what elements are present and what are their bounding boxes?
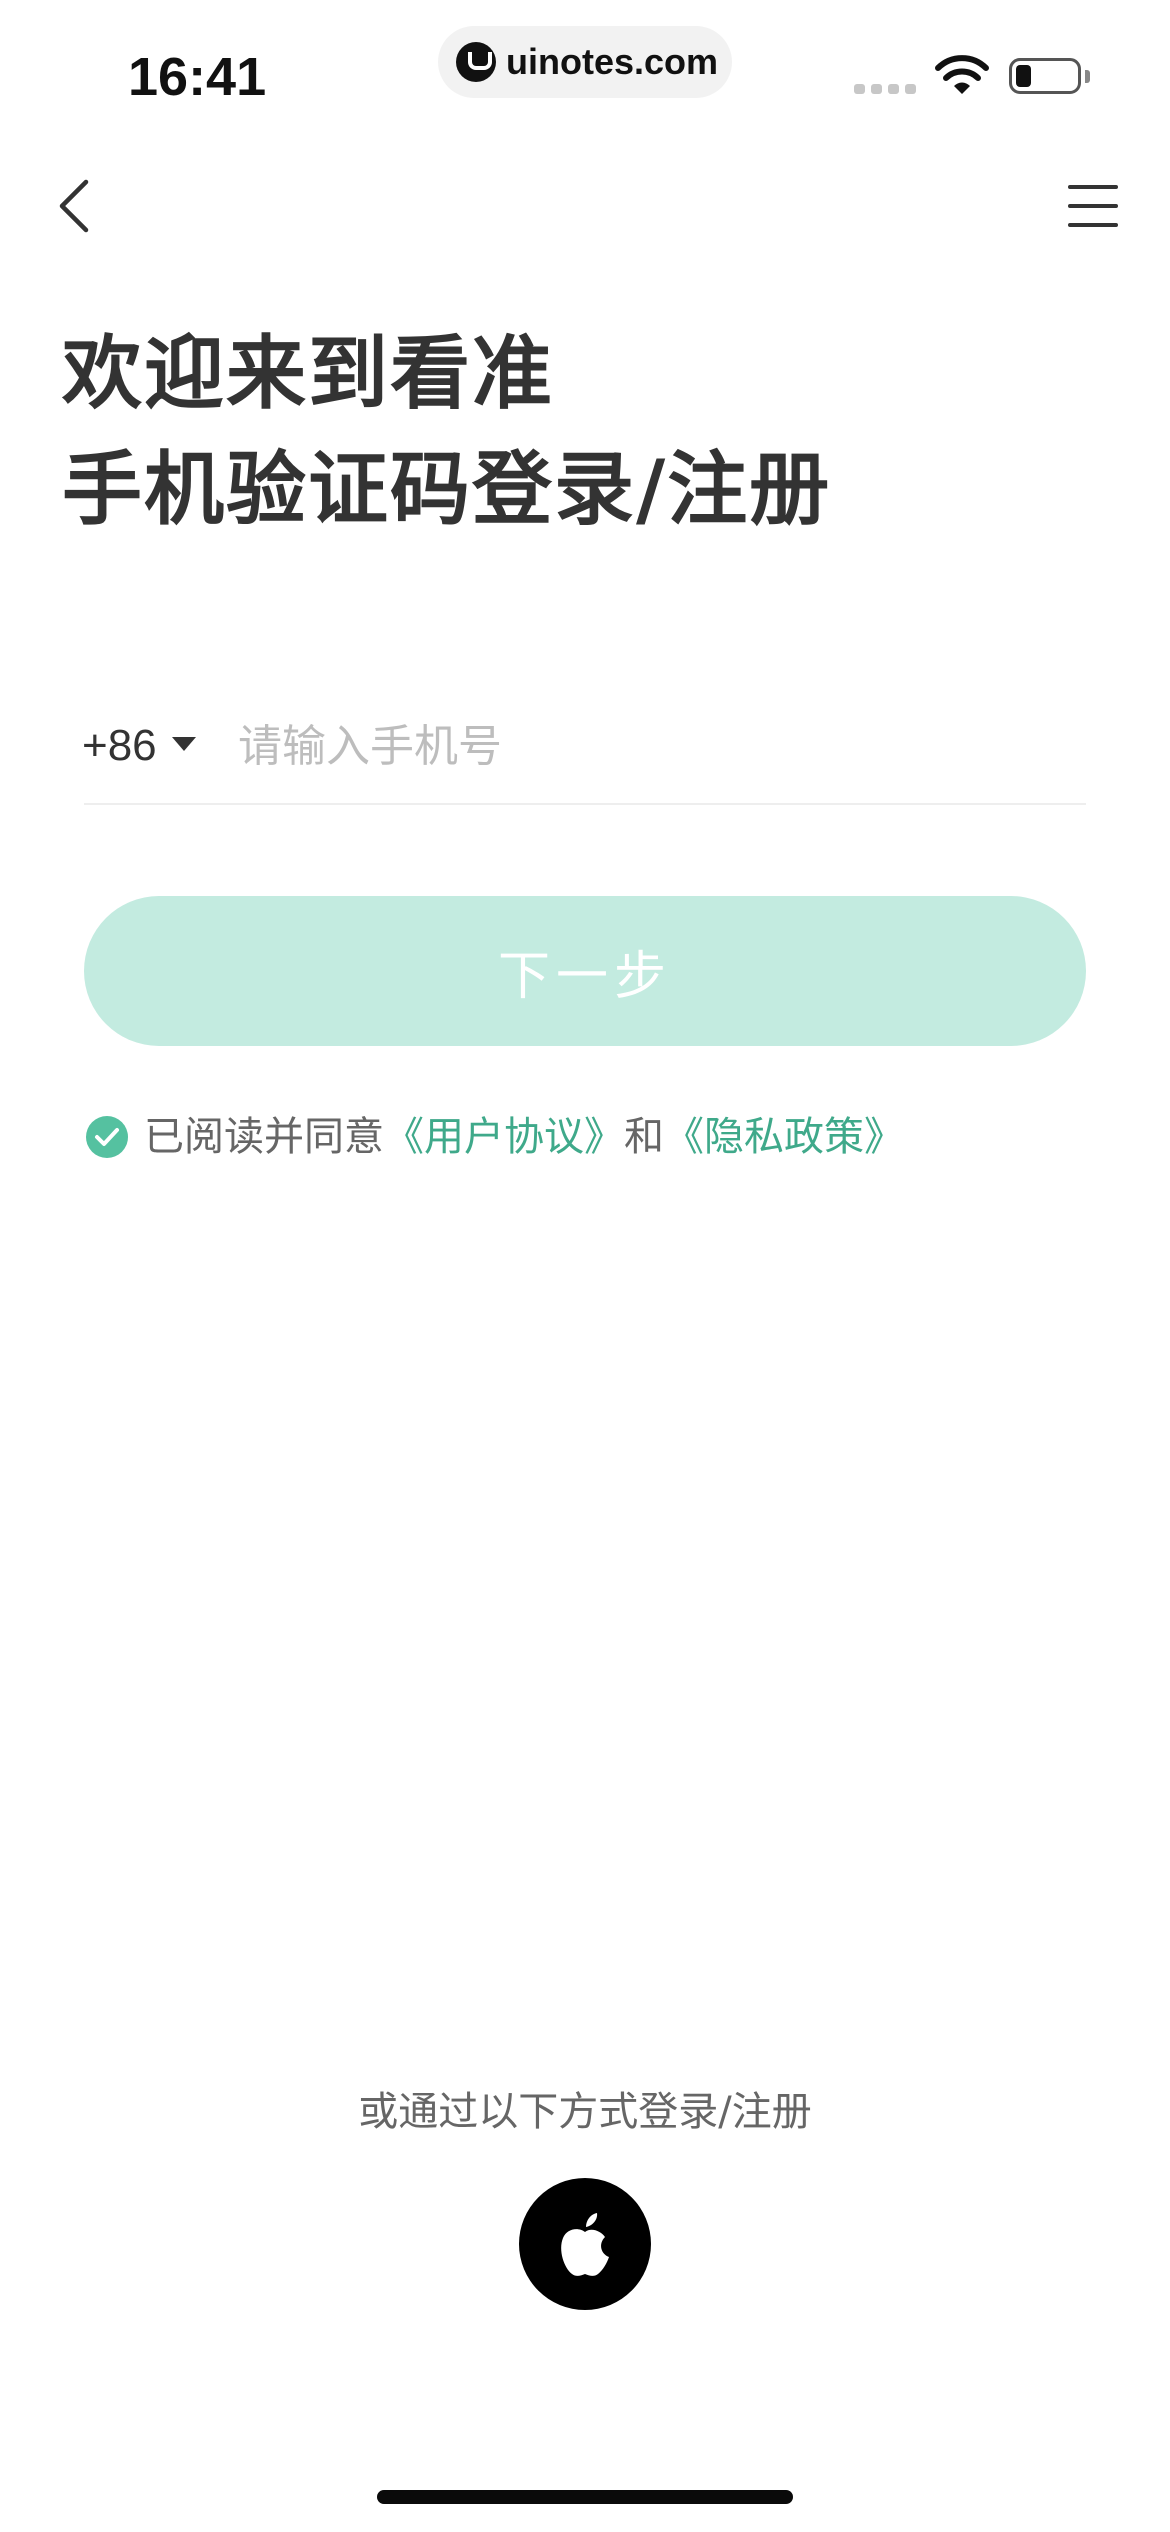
next-button[interactable]: 下一步 <box>84 896 1086 1046</box>
wifi-icon <box>935 55 989 94</box>
chevron-left-icon[interactable] <box>52 176 102 236</box>
agreement-conjunction: 和 <box>624 1114 664 1160</box>
apple-login-button[interactable] <box>519 2178 651 2310</box>
home-indicator <box>377 2490 793 2504</box>
site-logo-icon <box>456 42 496 82</box>
agreement-checkbox[interactable] <box>86 1116 128 1158</box>
battery-icon <box>1009 58 1081 94</box>
hamburger-menu-icon[interactable] <box>1068 183 1118 229</box>
page-title: 欢迎来到看准 <box>62 327 554 420</box>
privacy-policy-link[interactable]: 《隐私政策》 <box>664 1114 904 1160</box>
status-time: 16:41 <box>128 47 267 107</box>
country-code-selector[interactable]: +86 <box>82 716 157 776</box>
check-icon <box>95 1128 119 1146</box>
battery-level <box>1016 65 1031 87</box>
caret-down-icon[interactable] <box>172 737 196 751</box>
battery-cap <box>1085 70 1090 83</box>
cellular-signal-icon <box>854 84 916 94</box>
page-subtitle: 手机验证码登录/注册 <box>62 443 832 536</box>
apple-logo-icon <box>561 2213 609 2276</box>
agreement-text: 已阅读并同意《用户协议》和《隐私政策》 <box>144 1106 904 1168</box>
phone-input[interactable] <box>238 706 1078 786</box>
input-divider <box>84 803 1086 805</box>
url-text: uinotes.com <box>506 41 719 82</box>
user-agreement-link[interactable]: 《用户协议》 <box>384 1114 624 1160</box>
alt-login-label: 或通过以下方式登录/注册 <box>358 2089 812 2135</box>
url-pill[interactable]: uinotes.com <box>438 26 732 98</box>
agreement-prefix: 已阅读并同意 <box>144 1114 384 1160</box>
